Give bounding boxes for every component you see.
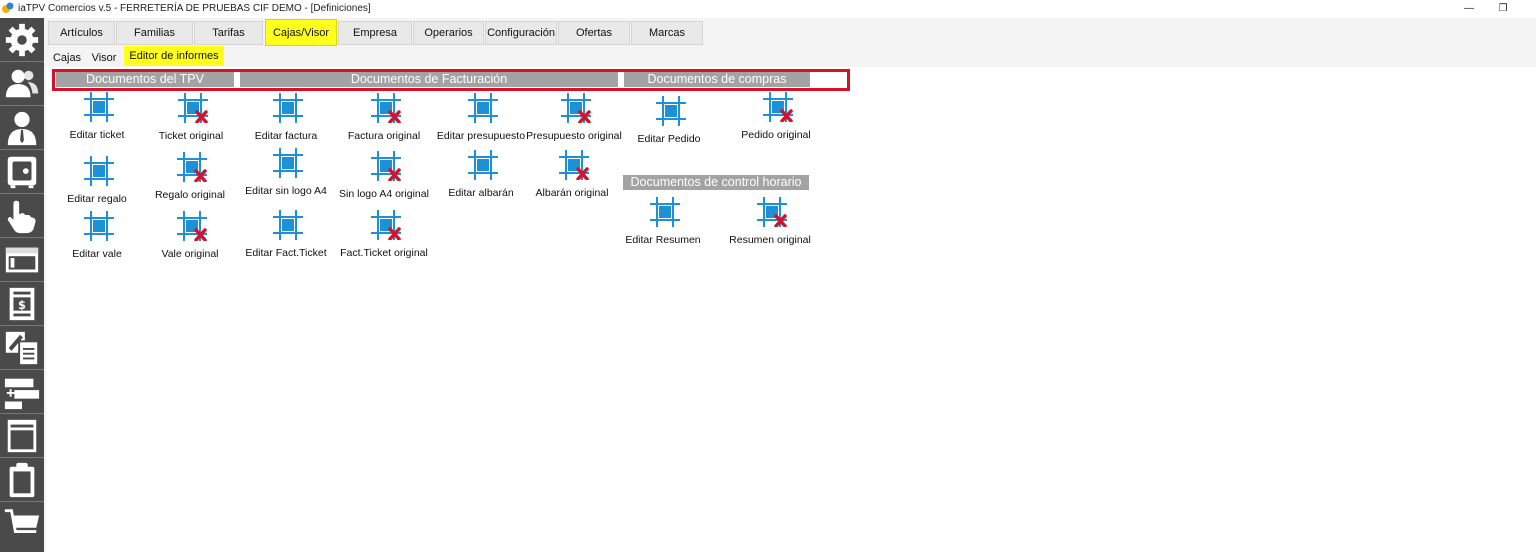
receipt-icon: $ [9, 287, 35, 320]
sidebar-item-clients[interactable] [0, 62, 44, 106]
tab-empresa[interactable]: Empresa [338, 21, 412, 45]
sidebar-item-cart[interactable] [0, 502, 44, 546]
report-edit-icon [84, 156, 114, 186]
report-original-icon [371, 151, 401, 181]
report-original-icon [178, 93, 208, 123]
subtab-visor[interactable]: Visor [86, 47, 122, 67]
editar-factura-button[interactable]: Editar factura [236, 93, 336, 149]
vale-original-button[interactable]: Vale original [140, 211, 240, 267]
safe-icon [7, 156, 37, 188]
report-edit-icon [84, 92, 114, 122]
tab-articulos[interactable]: Artículos [48, 21, 115, 45]
list-icon [7, 419, 37, 452]
title-bar: iaTPV Comercios v.5 - FERRETERÍA DE PRUE… [0, 0, 1536, 18]
window-title: iaTPV Comercios v.5 - FERRETERÍA DE PRUE… [18, 3, 371, 14]
sidebar-item-screen[interactable] [0, 238, 44, 282]
report-edit-icon [273, 210, 303, 240]
sidebar-item-documents[interactable] [0, 326, 44, 370]
fact-ticket-original-button[interactable]: Fact.Ticket original [334, 210, 434, 266]
editar-pedido-label: Editar Pedido [637, 133, 701, 145]
report-original-icon [177, 211, 207, 241]
sidebar: $ [0, 18, 44, 552]
report-edit-icon [273, 148, 303, 178]
editar-fact-ticket-button[interactable]: Editar Fact.Ticket [236, 210, 336, 266]
albaran-original-button[interactable]: Albarán original [522, 150, 622, 206]
tab-familias[interactable]: Familias [116, 21, 193, 45]
tab-cajas-visor[interactable]: Cajas/Visor [265, 19, 337, 46]
regalo-original-button[interactable]: Regalo original [140, 152, 240, 208]
sidebar-item-settings[interactable] [0, 18, 44, 62]
resumen-original-button[interactable]: Resumen original [720, 197, 820, 253]
pedido-original-button[interactable]: Pedido original [726, 92, 826, 148]
editar-regalo-button[interactable]: Editar regalo [47, 156, 147, 212]
tab-configuracion[interactable]: Configuración [485, 21, 557, 45]
user-icon [7, 111, 37, 145]
add-bar-icon [4, 378, 40, 409]
tab-ofertas[interactable]: Ofertas [558, 21, 630, 45]
report-original-icon [561, 93, 591, 123]
report-edit-icon [468, 93, 498, 123]
svg-text:$: $ [18, 297, 26, 311]
subtab-editor-informes[interactable]: Editor de informes [124, 46, 224, 66]
factura-original-button[interactable]: Factura original [334, 93, 434, 149]
copy-clipboard-icon [5, 331, 40, 366]
report-edit-icon [84, 211, 114, 241]
report-edit-icon [273, 93, 303, 123]
hand-pointer-icon [7, 200, 36, 233]
restore-button[interactable]: ❐ [1488, 0, 1518, 18]
highlight-frame [52, 69, 850, 91]
editar-sin-logo-button[interactable]: Editar sin logo A4 [236, 148, 336, 204]
pedido-original-label: Pedido original [741, 129, 811, 141]
report-original-icon [177, 152, 207, 182]
sidebar-item-cash[interactable] [0, 150, 44, 194]
gear-icon [5, 23, 39, 56]
window-icon [5, 247, 39, 272]
tab-operarios[interactable]: Operarios [413, 21, 484, 45]
report-edit-icon [650, 197, 680, 227]
report-edit-icon [656, 96, 686, 126]
minimize-button[interactable]: — [1454, 0, 1484, 18]
sin-logo-original-button[interactable]: Sin logo A4 original [334, 151, 434, 207]
report-original-icon [757, 197, 787, 227]
sidebar-item-operators[interactable] [0, 106, 44, 150]
report-original-icon [763, 92, 793, 122]
subtab-cajas[interactable]: Cajas [48, 47, 86, 67]
tab-tarifas[interactable]: Tarifas [194, 21, 263, 45]
app-logo-icon [2, 2, 14, 13]
report-original-icon [559, 150, 589, 180]
sidebar-item-clipboard[interactable] [0, 458, 44, 502]
section-header-control-horario: Documentos de control horario [623, 175, 809, 190]
editar-resumen-button[interactable]: Editar Resumen [613, 197, 713, 253]
sidebar-item-receipts[interactable]: $ [0, 282, 44, 326]
sidebar-item-list[interactable] [0, 414, 44, 458]
tab-marcas[interactable]: Marcas [631, 21, 703, 45]
users-icon [5, 69, 39, 97]
report-original-icon [371, 93, 401, 123]
report-original-icon [371, 210, 401, 240]
resumen-original-label: Resumen original [729, 234, 811, 246]
report-edit-icon [468, 150, 498, 180]
editar-resumen-label: Editar Resumen [625, 234, 701, 246]
clipboard-icon [9, 462, 35, 497]
sidebar-item-add[interactable] [0, 370, 44, 414]
cart-icon [4, 509, 40, 534]
fact-ticket-original-label: Fact.Ticket original [340, 247, 428, 259]
editar-pedido-button[interactable]: Editar Pedido [619, 96, 719, 152]
